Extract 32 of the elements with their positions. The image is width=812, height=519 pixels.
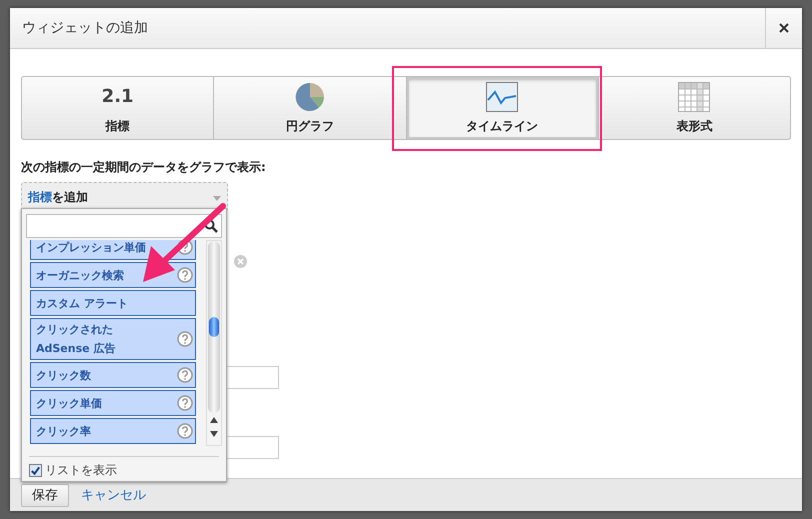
metric-item[interactable]: クリック単価	[30, 390, 196, 416]
caret-icon	[213, 196, 221, 201]
scroll-thumb[interactable]	[209, 317, 220, 337]
save-button[interactable]: 保存	[21, 484, 69, 506]
metric-item[interactable]: カスタム アラート	[30, 290, 196, 316]
help-icon[interactable]	[177, 331, 194, 347]
window-title: ウィジェットの追加	[21, 19, 149, 37]
close-icon	[779, 23, 789, 33]
instruction-text: 次の指標の一定期間のデータをグラフで表示:	[21, 159, 267, 176]
search-field[interactable]	[26, 214, 222, 238]
metric-item[interactable]: クリック数	[30, 362, 196, 388]
chart-type-tab[interactable]: 円グラフ	[214, 77, 406, 139]
cancel-link[interactable]: キャンセル	[81, 486, 146, 504]
chart-type-tab[interactable]: 2.1 指標	[22, 77, 214, 139]
chart-type-tab[interactable]: タイムライン	[406, 77, 599, 139]
help-icon[interactable]	[177, 395, 194, 411]
search-icon	[204, 219, 218, 233]
pie-chart-icon	[294, 82, 325, 112]
metric-value-icon: 2.1	[102, 82, 134, 112]
metric-item[interactable]: インプレッション単価	[30, 240, 196, 260]
help-icon[interactable]	[177, 423, 194, 439]
chart-type-tab[interactable]: 表形式	[598, 77, 790, 139]
checkbox-label: リストを表示	[45, 462, 117, 479]
line-chart-icon	[486, 82, 518, 112]
help-icon[interactable]	[177, 367, 194, 383]
checkbox[interactable]	[29, 464, 42, 477]
metric-item[interactable]: クリック率	[30, 418, 196, 444]
metric-item[interactable]: オーガニック検索	[30, 262, 196, 288]
scrollbar[interactable]	[206, 240, 222, 446]
table-icon	[678, 82, 710, 112]
metric-item[interactable]: クリックされた AdSense 広告	[30, 318, 196, 360]
help-icon[interactable]	[177, 267, 194, 283]
